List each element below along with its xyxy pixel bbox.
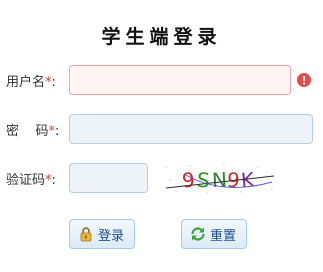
password-label: 密 码*:	[6, 124, 60, 139]
username-label: 用户名*:	[6, 75, 56, 90]
lock-icon	[80, 227, 92, 242]
captcha-input[interactable]	[69, 163, 148, 193]
reset-button-label: 重置	[210, 228, 237, 244]
captcha-char: N	[211, 168, 227, 193]
username-input[interactable]	[69, 65, 291, 95]
refresh-icon	[191, 227, 205, 241]
error-circle-icon	[297, 73, 311, 87]
captcha-char: S	[196, 168, 210, 193]
page-title: 学生端登录	[101, 26, 222, 48]
captcha-image[interactable]: 9 S N 9 K	[162, 162, 280, 196]
login-button-label: 登录	[98, 228, 125, 244]
reset-button[interactable]: 重置	[181, 219, 247, 249]
login-button[interactable]: 登录	[69, 219, 135, 249]
password-input[interactable]	[69, 114, 313, 144]
captcha-char: 9	[181, 167, 196, 192]
captcha-label: 验证码*:	[6, 173, 56, 188]
